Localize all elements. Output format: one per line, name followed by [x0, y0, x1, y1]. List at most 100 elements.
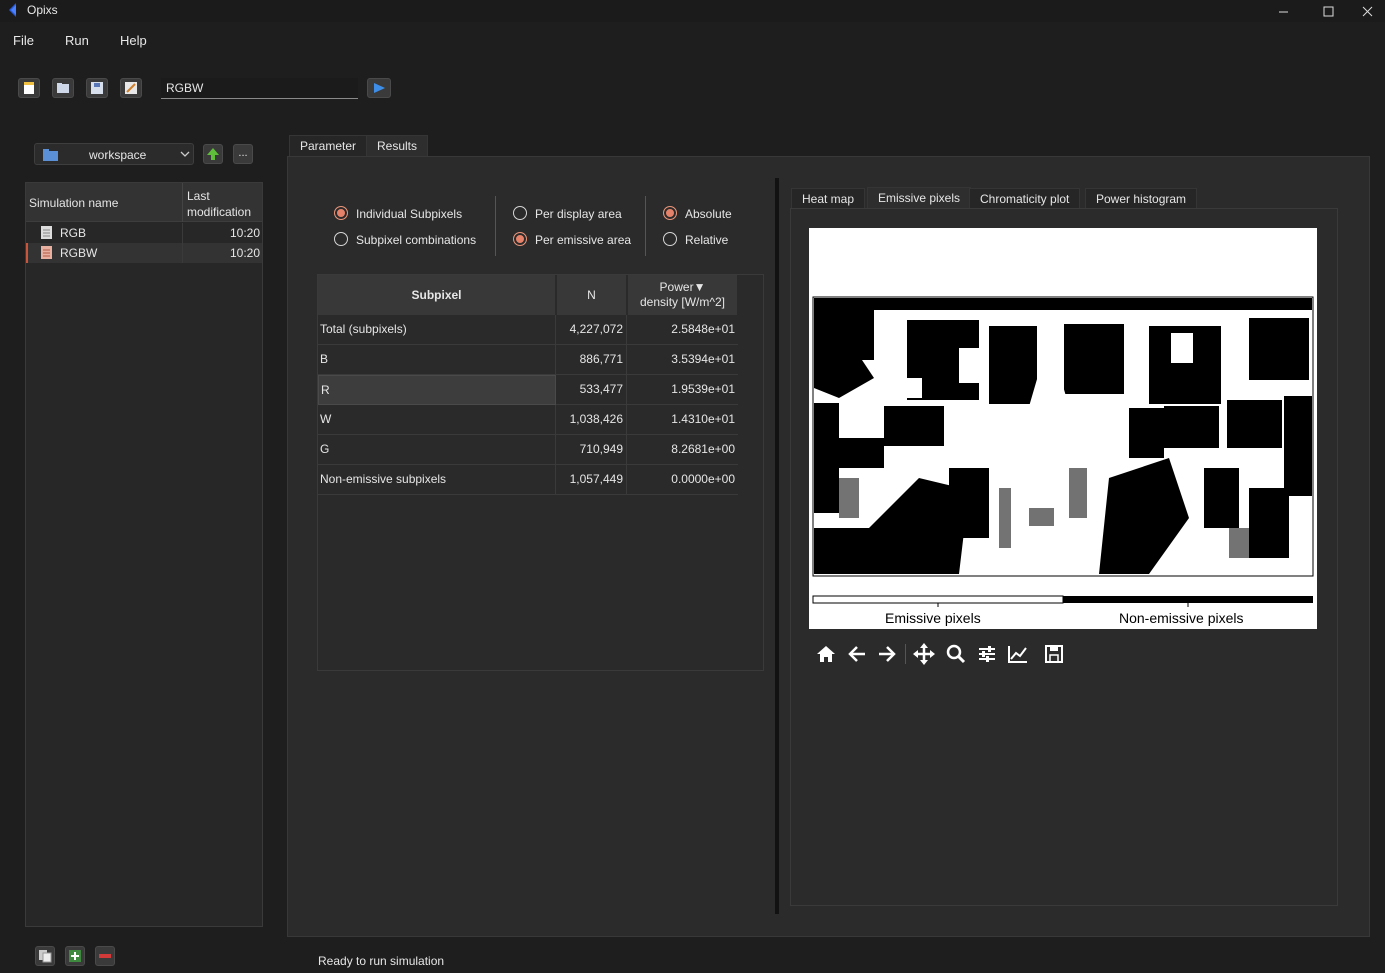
plot-pan-button[interactable] — [911, 642, 937, 666]
cell-n: 1,057,449 — [557, 465, 627, 495]
maximize-button[interactable] — [1305, 0, 1351, 22]
pan-move-icon — [913, 643, 935, 665]
save-icon — [91, 82, 103, 94]
emissive-pixels-figure[interactable]: Emissive pixels Non-emissive pixels — [809, 228, 1317, 629]
add-icon — [69, 950, 81, 962]
panel-splitter[interactable] — [775, 178, 779, 914]
table-row[interactable]: Non-emissive subpixels 1,057,449 0.0000e… — [318, 465, 738, 495]
tab-parameter[interactable]: Parameter — [289, 135, 368, 156]
cell-n: 710,949 — [557, 435, 627, 465]
header-power-line2: density [W/m^2] — [640, 295, 725, 309]
radio-individual-subpixels[interactable] — [334, 206, 348, 220]
simulation-row[interactable]: RGB 10:20 — [26, 223, 262, 243]
cell-n: 1,038,426 — [557, 405, 627, 435]
radio-subpixel-combinations[interactable] — [334, 232, 348, 246]
duplicate-simulation-button[interactable] — [35, 946, 55, 966]
cell-subpixel: R — [318, 375, 556, 405]
title-bar — [0, 0, 1385, 22]
plot-configure-subplots-button[interactable] — [974, 642, 1000, 666]
save-figure-icon — [1045, 645, 1063, 663]
cell-power: 0.0000e+00 — [671, 472, 735, 486]
radio-label: Relative — [685, 233, 729, 247]
table-row-selected[interactable]: R 533,477 1.9539e+01 — [318, 375, 738, 405]
home-icon — [817, 646, 835, 662]
save-button[interactable] — [86, 78, 108, 98]
cell-subpixel: W — [320, 405, 556, 435]
window-title: Opixs — [27, 3, 58, 17]
maximize-icon — [1323, 6, 1333, 16]
radio-absolute[interactable] — [663, 206, 677, 220]
divider — [905, 644, 906, 664]
forward-arrow-icon — [879, 646, 896, 662]
menu-help[interactable]: Help — [120, 33, 147, 48]
configure-subplots-icon — [979, 646, 995, 662]
remove-simulation-button[interactable] — [95, 946, 115, 966]
table-row[interactable]: W 1,038,426 1.4310e+01 — [318, 405, 738, 435]
simulation-name-input[interactable] — [161, 78, 358, 99]
menu-run[interactable]: Run — [65, 33, 89, 48]
header-subpixel[interactable]: Subpixel — [318, 275, 556, 315]
simulation-list: Simulation name Last modification RGB 10… — [25, 182, 263, 927]
document-icon — [41, 226, 52, 239]
cell-subpixel: B — [320, 345, 556, 375]
radio-per-emissive-area[interactable] — [513, 232, 527, 246]
simulation-row-selected[interactable]: RGBW 10:20 — [26, 243, 262, 263]
plot-home-button[interactable] — [813, 642, 839, 666]
menu-file[interactable]: File — [13, 33, 34, 48]
header-power-line1: Power — [659, 280, 694, 294]
back-arrow-icon — [848, 646, 865, 662]
add-simulation-button[interactable] — [65, 946, 85, 966]
new-simulation-button[interactable] — [18, 78, 40, 98]
remove-icon — [99, 954, 111, 958]
sort-descending-icon: ▼ — [693, 280, 706, 294]
radio-relative[interactable] — [663, 232, 677, 246]
emissive-pixel-map — [812, 296, 1314, 607]
browse-workspace-button[interactable]: ... — [233, 144, 253, 164]
plot-save-button[interactable] — [1041, 642, 1067, 666]
plot-zoom-button[interactable] — [943, 642, 969, 666]
table-row[interactable]: B 886,771 3.5394e+01 — [318, 345, 738, 375]
radio-label: Subpixel combinations — [356, 233, 477, 247]
table-row[interactable]: G 710,949 8.2681e+00 — [318, 435, 738, 465]
plot-back-button[interactable] — [844, 642, 870, 666]
cell-n: 886,771 — [557, 345, 627, 375]
tab-emissive-pixels[interactable]: Emissive pixels — [867, 187, 972, 208]
run-button[interactable] — [367, 78, 391, 98]
app-logo-icon — [9, 3, 16, 17]
legend-emissive-label: Emissive pixels — [885, 610, 981, 626]
header-power-density[interactable]: Power▼ density [W/m^2] — [628, 275, 738, 315]
results-table: Subpixel N Power▼ density [W/m^2] Total … — [317, 274, 764, 671]
tab-heat-map[interactable]: Heat map — [791, 188, 866, 209]
plot-edit-axis-button[interactable] — [1005, 642, 1031, 666]
tab-results[interactable]: Results — [366, 135, 429, 156]
simulation-modified: 10:20 — [229, 226, 260, 240]
minimize-button[interactable] — [1260, 0, 1306, 22]
edit-button[interactable] — [120, 78, 142, 98]
tab-chromaticity-plot[interactable]: Chromaticity plot — [969, 188, 1081, 209]
radio-per-display-area[interactable] — [513, 206, 527, 220]
plot-forward-button[interactable] — [874, 642, 900, 666]
open-folder-icon — [57, 83, 69, 93]
close-button[interactable] — [1350, 0, 1385, 22]
edit-icon — [125, 82, 137, 94]
legend-non-emissive-label: Non-emissive pixels — [1119, 610, 1244, 626]
up-arrow-icon — [207, 148, 219, 160]
simulation-modified: 10:20 — [229, 246, 260, 260]
new-file-icon — [24, 82, 34, 94]
tab-power-histogram[interactable]: Power histogram — [1085, 188, 1198, 209]
table-row[interactable]: Total (subpixels) 4,227,072 2.5848e+01 — [318, 315, 738, 345]
edit-axis-icon — [1008, 646, 1027, 663]
zoom-magnifier-icon — [946, 644, 966, 664]
simulation-name: RGB — [60, 226, 87, 240]
radio-label: Per display area — [535, 207, 622, 221]
chevron-down-icon — [180, 151, 190, 157]
workspace-up-button[interactable] — [203, 144, 223, 164]
status-text: Ready to run simulation — [318, 954, 445, 968]
header-n[interactable]: N — [557, 275, 627, 315]
column-last-modification[interactable]: Last modification — [187, 188, 261, 220]
document-icon — [41, 246, 52, 259]
copy-icon — [39, 950, 52, 963]
column-simulation-name[interactable]: Simulation name — [29, 196, 118, 210]
workspace-combo[interactable]: workspace — [34, 143, 194, 165]
open-button[interactable] — [52, 78, 74, 98]
